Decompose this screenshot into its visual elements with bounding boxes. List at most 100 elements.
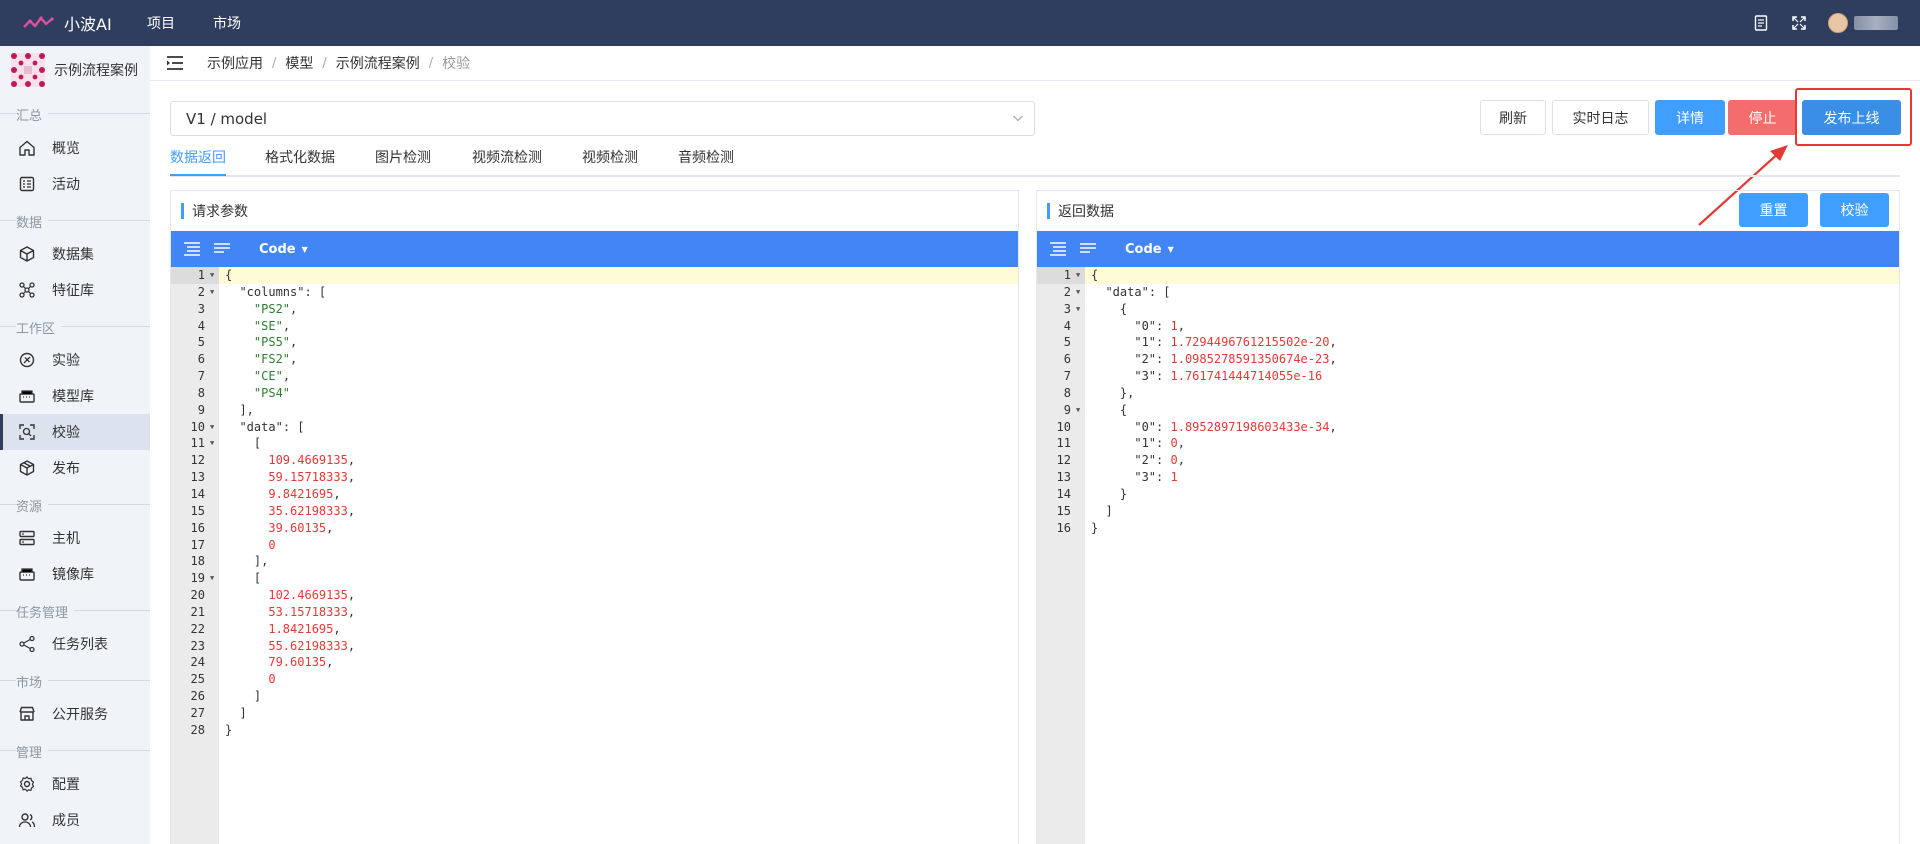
code-text: { [225,268,233,282]
menu-toggle-icon[interactable] [167,56,183,70]
code-line: 2 ▼ "columns": [ [171,284,1018,301]
code-text: "FS2", [253,352,298,367]
line-number: 18 [190,554,205,569]
sidebar-item-label: 特征库 [52,283,94,299]
sidebar-item-label: 活动 [52,177,80,193]
code-text: { [1091,301,1128,316]
sidebar-item-members[interactable]: 成员 [0,802,150,838]
tab-image-detection[interactable]: 图片检测 [375,147,431,167]
response-panel: 返回数据 Code ▼ 1 ▼{2 ▼ "data": [3 ▼ {4 "0": 1,… [1036,190,1900,844]
reset-button[interactable]: 重置 [1739,193,1808,227]
sidebar-item-overview[interactable]: 概览 [0,130,150,166]
breadcrumb-project[interactable]: 示例流程案例 [336,53,420,73]
sidebar-item-experiment[interactable]: 实验 [0,342,150,378]
breadcrumb-separator: / [428,55,434,71]
sidebar-item-image-repo[interactable]: 镜像库 [0,556,150,592]
code-line: 27 ] [171,705,1018,722]
brand[interactable]: 小波AI [0,11,150,35]
compact-icon[interactable] [1079,242,1097,256]
sidebar-item-hosts[interactable]: 主机 [0,520,150,556]
tab-video-detection[interactable]: 视频检测 [582,147,638,167]
code-text: "2": 0, [1134,453,1185,468]
cube-icon [19,246,35,262]
nav-projects[interactable]: 项目 [147,13,175,33]
code-line: 8 "PS4" [171,385,1018,402]
code-text: "1": 1.7294496761215502e-20, [1134,335,1337,350]
sidebar-item-publish[interactable]: 发布 [0,450,150,486]
format-icon[interactable] [1049,242,1067,256]
sidebar-item-label: 主机 [52,531,80,547]
publish-icon [19,460,35,476]
fold-toggle-icon[interactable]: ▼ [1076,267,1080,284]
document-icon[interactable] [1752,14,1770,32]
model-version-value: V1 / model [186,109,268,128]
code-line: 11 "1": 0, [1037,435,1899,452]
sidebar-item-activity[interactable]: 活动 [0,166,150,202]
sidebar-item-datasets[interactable]: 数据集 [0,236,150,272]
sidebar-item-task-list[interactable]: 任务列表 [0,626,150,662]
editor-mode-select[interactable]: Code [1125,242,1162,257]
live-log-button[interactable]: 实时日志 [1552,100,1649,135]
fold-toggle-icon[interactable]: ▼ [1076,402,1080,419]
breadcrumb: 示例应用 / 模型 / 示例流程案例 / 校验 [150,46,1920,81]
model-version-select[interactable]: V1 / model [170,101,1035,136]
sidebar-item-validate[interactable]: 校验 [0,414,150,450]
breadcrumb-model[interactable]: 模型 [285,53,313,73]
json-editor[interactable]: 1 ▼{2 ▼ "columns": [3 "PS2", 4 "SE", 5 "PS5"… [171,267,1018,844]
sidebar-item-model-library[interactable]: 模型库 [0,378,150,414]
tab-formatted-data[interactable]: 格式化数据 [265,147,335,167]
group-title-workspace: 工作区 [16,318,62,337]
code-text: }, [1091,385,1135,400]
fold-toggle-icon[interactable]: ▼ [210,419,214,436]
fold-toggle-icon[interactable]: ▼ [1076,284,1080,301]
username-redacted[interactable] [1854,16,1898,30]
code-line: 13 59.15718333, [171,469,1018,486]
details-button[interactable]: 详情 [1655,100,1725,135]
code-text: ], [225,554,269,569]
sidebar-item-label: 成员 [52,813,80,829]
code-text: 0 [268,537,276,552]
tab-video-stream-detection[interactable]: 视频流检测 [472,147,542,167]
editor-mode-select[interactable]: Code [259,242,296,257]
code-line: 12 "2": 0, [1037,452,1899,469]
tasks-icon [19,635,35,653]
avatar[interactable] [1828,13,1848,33]
json-viewer[interactable]: 1 ▼{2 ▼ "data": [3 ▼ {4 "0": 1, 5 "1": 1.729… [1037,267,1899,844]
project-header[interactable]: 示例流程案例 [0,46,150,94]
breadcrumb-separator: / [272,55,277,71]
code-text: "columns": [ [239,284,327,299]
code-text: "PS4" [253,385,291,400]
refresh-button[interactable]: 刷新 [1480,100,1546,135]
sidebar-item-public-services[interactable]: 公开服务 [0,696,150,732]
compact-icon[interactable] [213,242,231,256]
code-line: 28} [171,722,1018,739]
fold-toggle-icon[interactable]: ▼ [210,267,214,284]
code-text: "data": [ [239,419,305,434]
code-text: 39.60135, [268,520,334,535]
tab-audio-detection[interactable]: 音频检测 [678,147,734,167]
line-number: 5 [197,335,205,350]
code-line: 22 1.8421695, [171,621,1018,638]
nav-market[interactable]: 市场 [213,13,241,33]
line-number: 12 [190,453,205,468]
code-text: "SE", [253,318,291,333]
line-number: 8 [1063,385,1071,400]
tab-data-return[interactable]: 数据返回 [170,147,226,167]
code-text: { [1091,402,1128,417]
feature-icon [19,282,35,298]
group-title-summary: 汇总 [16,105,49,124]
sidebar-item-settings[interactable]: 配置 [0,766,150,802]
line-number: 3 [197,301,205,316]
format-icon[interactable] [183,242,201,256]
validate-button[interactable]: 校验 [1820,193,1889,227]
fold-toggle-icon[interactable]: ▼ [210,570,214,587]
sidebar-item-features[interactable]: 特征库 [0,272,150,308]
stop-button[interactable]: 停止 [1728,100,1797,135]
fold-toggle-icon[interactable]: ▼ [1076,301,1080,318]
fold-toggle-icon[interactable]: ▼ [210,284,214,301]
fullscreen-icon[interactable] [1790,14,1808,32]
fold-toggle-icon[interactable]: ▼ [210,435,214,452]
breadcrumb-app[interactable]: 示例应用 [207,53,263,73]
code-line: 7 "CE", [171,368,1018,385]
code-text: } [1091,520,1099,535]
